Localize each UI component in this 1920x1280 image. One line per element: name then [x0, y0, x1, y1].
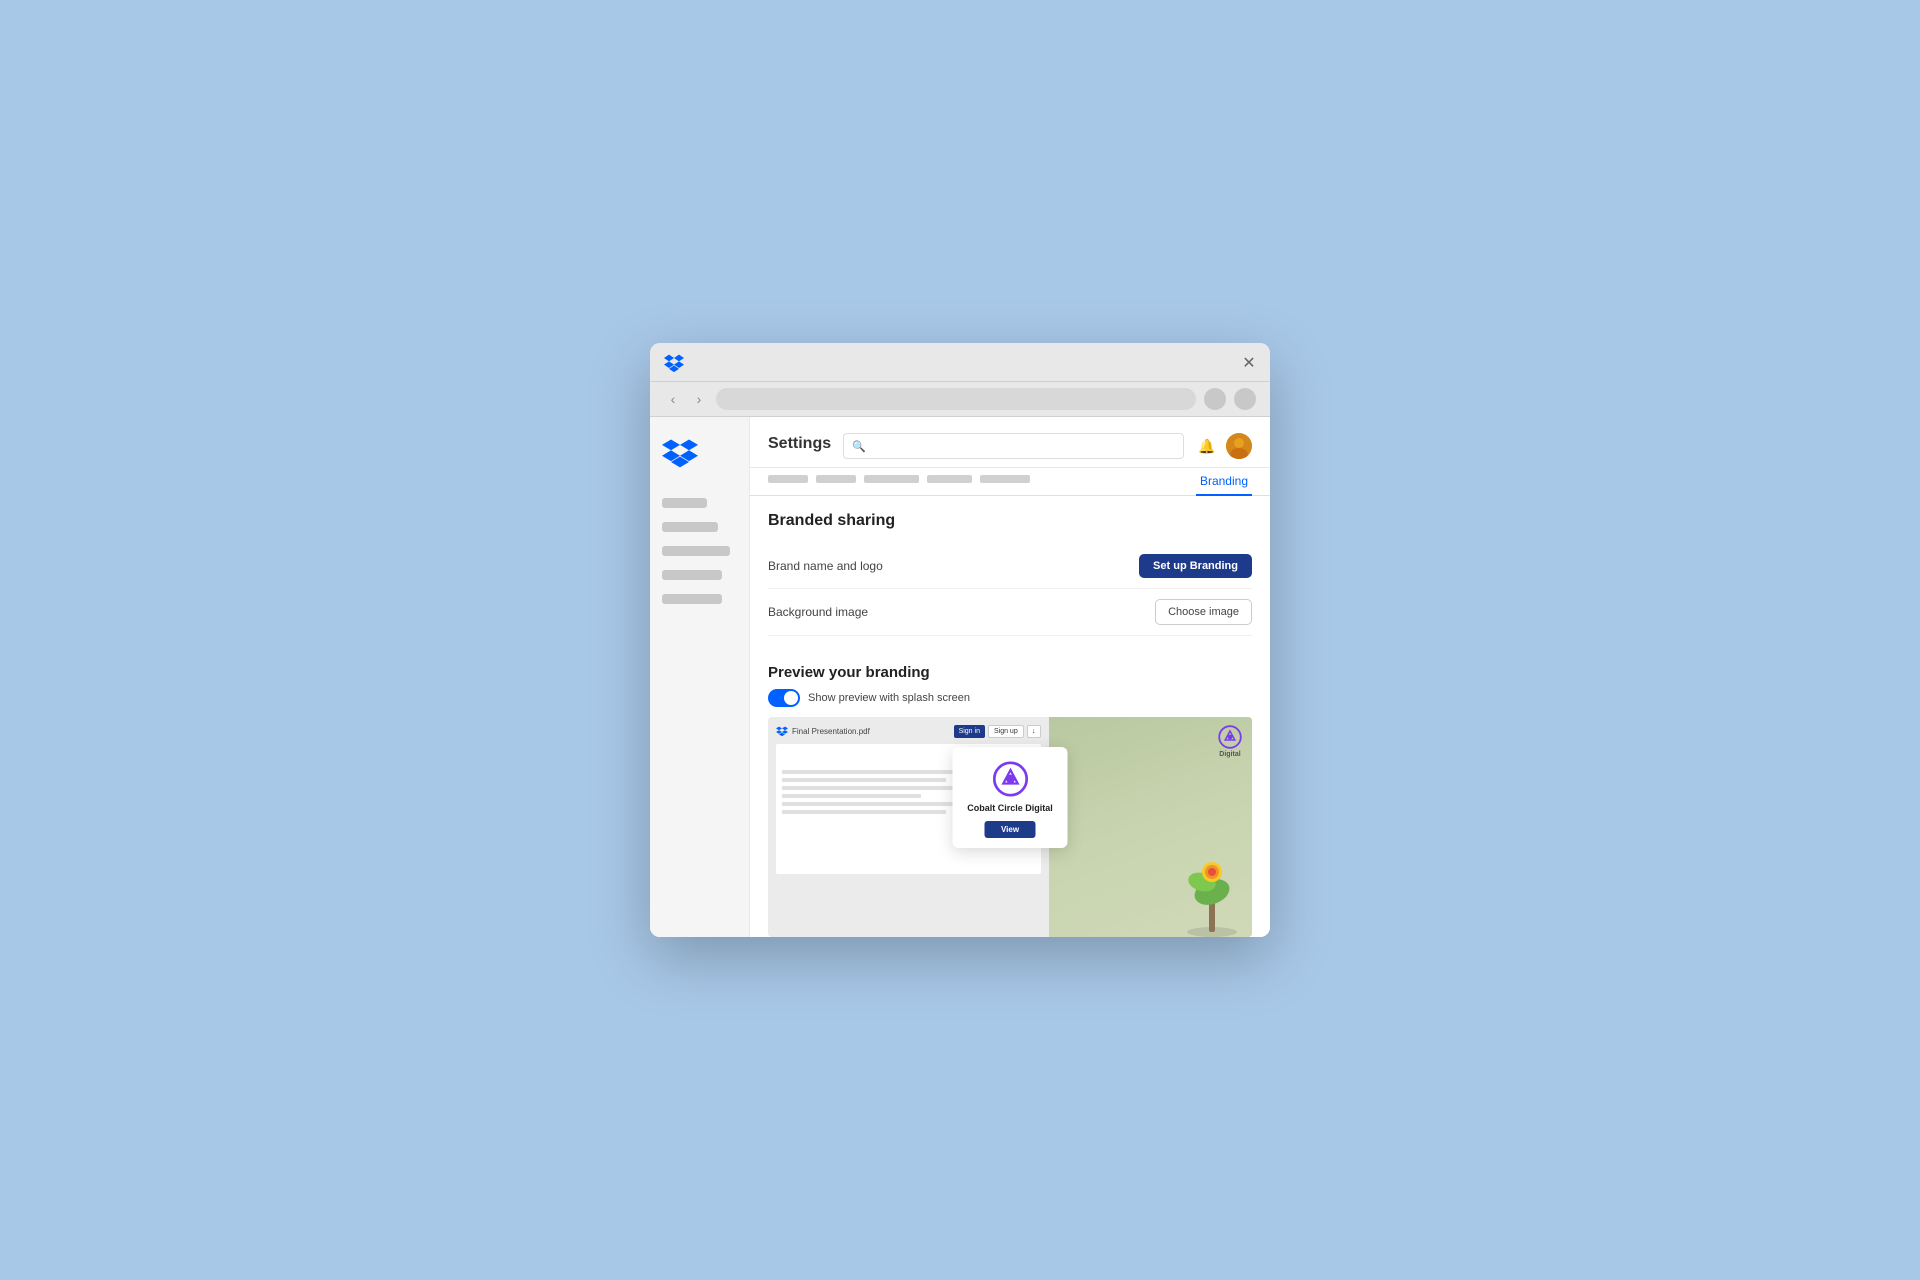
browser-titlebar: ✕: [650, 343, 1270, 382]
preview-right-panel: Digital: [1049, 717, 1252, 937]
tab-placeholder-4[interactable]: [927, 475, 972, 483]
splash-view-button[interactable]: View: [985, 821, 1035, 838]
tab-placeholder-5[interactable]: [980, 475, 1030, 483]
preview-download-button[interactable]: ↓: [1027, 725, 1041, 738]
dropbox-logo-icon: [664, 353, 684, 373]
sidebar-item-2[interactable]: [662, 522, 718, 532]
tab-placeholder-2[interactable]: [816, 475, 856, 483]
header-icons: 🔔: [1196, 433, 1252, 459]
preview-background: Digital: [1049, 717, 1252, 937]
forward-button[interactable]: ›: [690, 390, 708, 408]
sidebar-logo: [662, 437, 737, 474]
preview-signup-button[interactable]: Sign up: [988, 725, 1024, 738]
right-brand-name: Digital: [1219, 751, 1240, 758]
sidebar: [650, 417, 750, 937]
splash-card: Cobalt Circle Digital View: [953, 747, 1068, 848]
preview-section: Preview your branding Show preview with …: [750, 652, 1270, 937]
content-area: Branded sharing Brand name and logo Set …: [750, 496, 1270, 652]
cobalt-circle-logo-icon: [992, 761, 1028, 797]
section-title: Branded sharing: [768, 512, 1252, 530]
doc-line-3: [782, 786, 964, 790]
browser-controls: [664, 353, 690, 373]
preview-dropbox-icon: [776, 726, 788, 738]
preview-signin-button[interactable]: Sign in: [954, 725, 985, 738]
plant-decoration-icon: [1172, 837, 1252, 937]
url-bar[interactable]: [716, 388, 1196, 410]
preview-title: Preview your branding: [768, 664, 1252, 681]
back-button[interactable]: ‹: [664, 390, 682, 408]
toggle-label: Show preview with splash screen: [808, 692, 970, 704]
preview-area: Final Presentation.pdf Sign in Sign up ↓: [768, 717, 1252, 937]
setup-branding-button[interactable]: Set up Branding: [1139, 554, 1252, 578]
main-content: Settings 🔍 🔔: [750, 417, 1270, 937]
bg-image-label: Background image: [768, 605, 868, 619]
settings-title: Settings: [768, 435, 831, 465]
search-icon: 🔍: [852, 440, 866, 453]
avatar[interactable]: [1226, 433, 1252, 459]
avatar-image: [1226, 433, 1252, 459]
tabs-row: Branding: [750, 468, 1270, 496]
close-button[interactable]: ✕: [1242, 356, 1256, 370]
doc-line-6: [782, 810, 946, 814]
dropbox-logo-main-icon: [662, 437, 698, 469]
doc-line-4: [782, 794, 921, 798]
right-preview-logo: Digital: [1218, 725, 1242, 758]
browser-window: ✕ ‹ › Settings: [650, 343, 1270, 937]
sidebar-item-4[interactable]: [662, 570, 722, 580]
preview-filename: Final Presentation.pdf: [792, 727, 950, 736]
splash-logo-icon: [992, 761, 1028, 797]
profile-circle-icon: [1234, 388, 1256, 410]
brand-field-row: Brand name and logo Set up Branding: [768, 544, 1252, 589]
choose-image-button[interactable]: Choose image: [1155, 599, 1252, 625]
search-bar[interactable]: 🔍: [843, 433, 1184, 459]
tab-placeholder-1[interactable]: [768, 475, 808, 483]
tab-branding[interactable]: Branding: [1196, 468, 1252, 496]
doc-line-2: [782, 778, 946, 782]
right-brand-logo-icon: [1218, 725, 1242, 749]
brand-field-label: Brand name and logo: [768, 559, 883, 573]
sidebar-item-1[interactable]: [662, 498, 707, 508]
browser-navbar: ‹ ›: [650, 382, 1270, 417]
app-container: Settings 🔍 🔔: [650, 417, 1270, 937]
toggle-row: Show preview with splash screen: [768, 689, 1252, 707]
preview-topbar: Final Presentation.pdf Sign in Sign up ↓: [776, 725, 1041, 738]
preview-actions: Sign in Sign up ↓: [954, 725, 1041, 738]
bg-image-field-row: Background image Choose image: [768, 589, 1252, 636]
user-circle-icon: [1204, 388, 1226, 410]
splash-brand-name: Cobalt Circle Digital: [967, 803, 1053, 813]
sidebar-item-3[interactable]: [662, 546, 730, 556]
notification-bell-icon[interactable]: 🔔: [1196, 435, 1218, 457]
sidebar-item-5[interactable]: [662, 594, 722, 604]
splash-screen-toggle[interactable]: [768, 689, 800, 707]
tab-placeholder-3[interactable]: [864, 475, 919, 483]
settings-header: Settings 🔍 🔔: [750, 417, 1270, 468]
